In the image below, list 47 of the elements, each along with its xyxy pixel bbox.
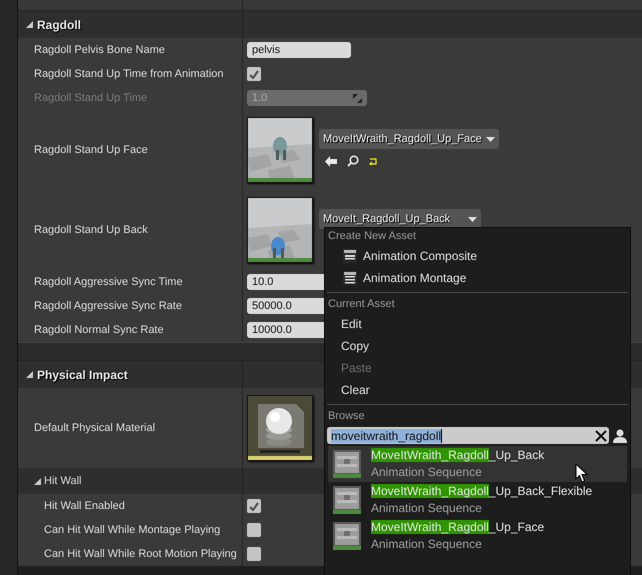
checkbox[interactable] — [247, 499, 261, 513]
user-icon[interactable] — [612, 428, 628, 444]
asset-dropdown[interactable]: MoveIt_Ragdoll_Up_Back — [319, 209, 481, 229]
property-label: Ragdoll Stand Up Face — [34, 144, 148, 156]
category-title: Physical Impact — [37, 368, 128, 382]
caret-icon — [486, 136, 495, 142]
property-label: Ragdoll Stand Up Time — [34, 92, 148, 104]
group-title: Hit Wall — [44, 475, 82, 487]
property-label: Ragdoll Aggressive Sync Rate — [34, 300, 182, 312]
asset-type: Animation Sequence — [371, 536, 483, 553]
text-field[interactable]: pelvis — [247, 42, 351, 58]
asset-result[interactable]: MoveItWraith_Ragdoll_Up_Back Animation Sequence — [328, 446, 627, 482]
cursor-icon — [575, 463, 588, 483]
property-label: Ragdoll Pelvis Bone Name — [34, 44, 165, 56]
resize-icon[interactable] — [353, 94, 362, 102]
search-field[interactable]: moveitwraith_ragdoll — [327, 427, 609, 444]
asset-type: Animation Sequence — [371, 500, 483, 517]
checkbox[interactable] — [247, 547, 261, 561]
asset-name: MoveItWraith_Ragdoll_Up_Back — [371, 447, 544, 464]
menu-item[interactable]: Animation Composite — [325, 245, 630, 267]
expand-arrow-icon[interactable] — [26, 371, 33, 378]
reset-icon[interactable] — [369, 158, 377, 164]
caret-icon — [468, 216, 477, 222]
menu-item[interactable]: Clear — [325, 379, 630, 401]
use-selected-icon[interactable] — [325, 156, 337, 166]
checkbox[interactable] — [247, 67, 261, 81]
asset-dropdown[interactable]: MoveItWraith_Ragdoll_Up_Face — [319, 129, 499, 149]
expand-arrow-icon[interactable] — [34, 478, 41, 484]
property-label: Can Hit Wall While Montage Playing — [44, 524, 220, 536]
search-icon[interactable] — [347, 155, 359, 167]
menu-item[interactable]: Copy — [325, 335, 630, 357]
category-title: Ragdoll — [37, 18, 81, 32]
composite-icon — [343, 249, 357, 263]
property-label: Ragdoll Aggressive Sync Time — [34, 276, 183, 288]
checkbox[interactable] — [247, 523, 261, 537]
menu-section-title: Create New Asset — [327, 229, 418, 244]
montage-icon — [343, 271, 357, 285]
property-label: Hit Wall Enabled — [44, 500, 125, 512]
property-label: Default Physical Material — [34, 422, 156, 434]
property-label: Ragdoll Stand Up Back — [34, 224, 148, 236]
expand-arrow-icon[interactable] — [26, 21, 33, 28]
clear-icon[interactable] — [595, 430, 607, 442]
asset-type: Animation Sequence — [371, 464, 483, 481]
property-label: Can Hit Wall While Root Motion Playing — [44, 548, 237, 560]
property-label: Ragdoll Stand Up Time from Animation — [34, 68, 224, 80]
property-label: Ragdoll Normal Sync Rate — [34, 324, 164, 336]
menu-section-title: Browse — [327, 409, 366, 424]
